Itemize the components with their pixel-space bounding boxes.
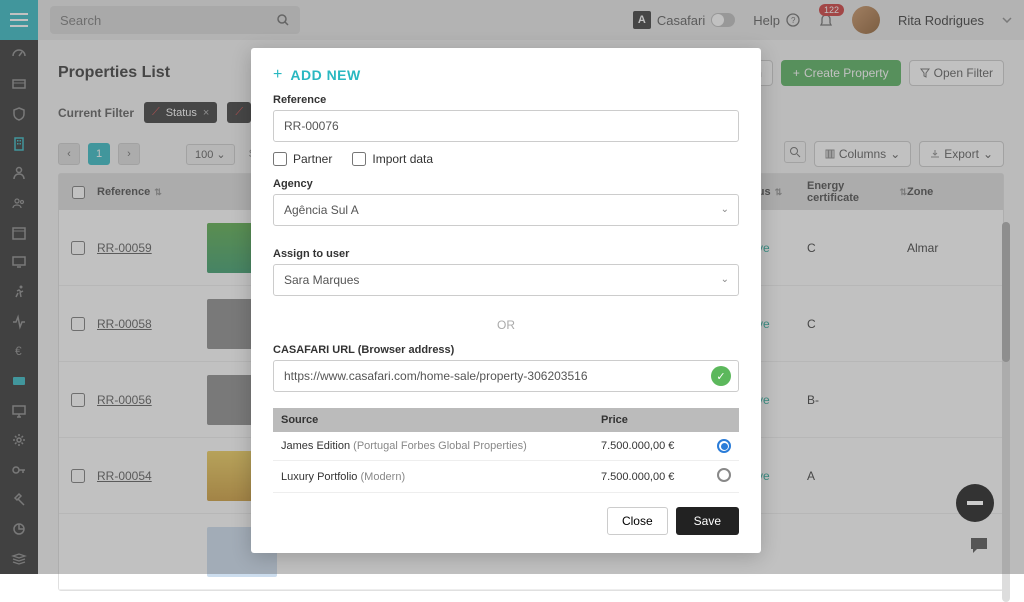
agency-label: Agency xyxy=(273,178,739,190)
modal-title: ADD NEW xyxy=(290,67,360,83)
import-checkbox[interactable]: Import data xyxy=(352,152,433,166)
close-button[interactable]: Close xyxy=(607,507,668,535)
add-new-modal: + ADD NEW Reference Partner Import data … xyxy=(251,48,761,553)
source-radio[interactable] xyxy=(717,439,731,453)
or-divider: OR xyxy=(273,318,739,332)
fab-menu-button[interactable] xyxy=(956,484,994,522)
reference-label: Reference xyxy=(273,94,739,106)
save-button[interactable]: Save xyxy=(676,507,739,535)
url-input[interactable] xyxy=(273,360,739,392)
assign-label: Assign to user xyxy=(273,248,739,260)
source-table: Source Price James Edition (Portugal For… xyxy=(273,408,739,493)
chat-icon xyxy=(968,534,990,556)
menu-lines-icon xyxy=(967,501,983,505)
chevron-down-icon: ⌄ xyxy=(721,204,729,215)
source-row[interactable]: Luxury Portfolio (Modern) 7.500.000,00 € xyxy=(273,461,739,493)
partner-checkbox[interactable]: Partner xyxy=(273,152,332,166)
source-row[interactable]: James Edition (Portugal Forbes Global Pr… xyxy=(273,432,739,461)
th-price: Price xyxy=(601,414,701,426)
reference-input[interactable] xyxy=(273,110,739,142)
th-source: Source xyxy=(281,414,601,426)
check-circle-icon: ✓ xyxy=(711,366,731,386)
source-radio[interactable] xyxy=(717,468,731,482)
chat-button[interactable] xyxy=(964,530,994,560)
agency-select[interactable]: ⌄ xyxy=(273,194,739,236)
plus-icon: + xyxy=(273,66,282,84)
chevron-down-icon: ⌄ xyxy=(721,274,729,285)
url-label: CASAFARI URL (Browser address) xyxy=(273,344,739,356)
assign-select[interactable]: ⌄ xyxy=(273,264,739,306)
